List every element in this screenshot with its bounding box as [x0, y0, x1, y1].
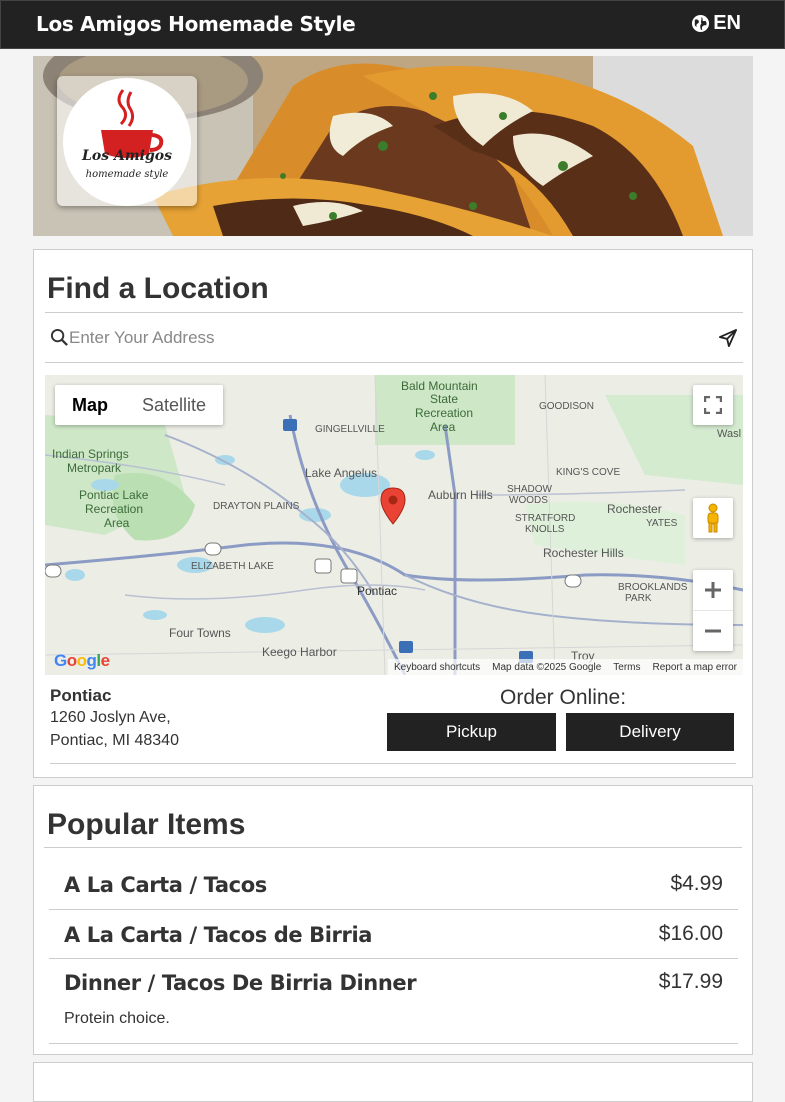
popular-items-card: Popular Items A La Carta / Tacos $4.99 A… [33, 785, 753, 1055]
language-label: EN [713, 12, 741, 34]
locate-arrow-icon[interactable] [719, 329, 737, 347]
zoom-in-button[interactable] [693, 571, 733, 611]
map-type-control: Map Satellite [55, 385, 224, 425]
map-label: KING'S COVE [556, 467, 620, 478]
map-type-map-button[interactable]: Map [55, 385, 125, 425]
location-divider [50, 763, 736, 764]
zoom-control [693, 570, 733, 651]
map-label: PARK [625, 593, 652, 604]
map-label: GOODISON [539, 401, 594, 412]
plus-icon [705, 582, 721, 598]
map-data-text: Map data ©2025 Google [492, 661, 602, 673]
fullscreen-button[interactable] [693, 385, 733, 425]
map-label: BROOKLANDS [618, 582, 688, 593]
popular-title-divider [44, 847, 742, 848]
location-map[interactable]: Bald Mountain State Recreation Area GOOD… [45, 375, 743, 675]
map-label: SHADOW [507, 484, 553, 495]
location-name: Pontiac [50, 686, 112, 705]
restaurant-logo[interactable]: Los Amigos homemade style [63, 78, 191, 206]
terms-link[interactable]: Terms [613, 662, 640, 673]
map-label: Pontiac Lake [79, 488, 149, 502]
map-label: WOODS [509, 495, 548, 506]
report-map-error-link[interactable]: Report a map error [653, 662, 737, 673]
map-attribution: Keyboard shortcuts Map data ©2025 Google… [387, 659, 743, 675]
logo-text-sub: homemade style [86, 169, 169, 180]
zoom-out-button[interactable] [693, 611, 733, 651]
map-label: Auburn Hills [428, 488, 493, 502]
top-navbar: Los Amigos Homemade Style EN [0, 0, 785, 49]
map-label: Indian Springs [52, 447, 129, 461]
map-label: ELIZABETH LAKE [191, 561, 274, 572]
brand-name[interactable]: Los Amigos Homemade Style [36, 12, 356, 36]
keyboard-shortcuts-link[interactable]: Keyboard shortcuts [394, 662, 480, 673]
map-label: YATES [646, 518, 678, 529]
minus-icon [705, 629, 721, 632]
find-location-card: Find a Location Enter Your Address Bald … [33, 249, 753, 778]
fullscreen-icon [704, 396, 722, 414]
map-label: Keego Harbor [262, 645, 337, 659]
globe-icon [692, 14, 710, 33]
item-name: A La Carta / Tacos de Birria [64, 923, 373, 947]
pickup-button[interactable]: Pickup [387, 713, 556, 751]
find-location-title: Find a Location [47, 272, 269, 305]
language-selector[interactable]: EN [691, 12, 741, 35]
map-label: Wasl [717, 428, 741, 440]
map-label: Area [430, 420, 456, 434]
map-type-satellite-button[interactable]: Satellite [125, 385, 223, 425]
location-address-line1: 1260 Joslyn Ave, [50, 709, 171, 726]
map-label: State [430, 392, 458, 406]
map-label: GINGELLVILLE [315, 424, 385, 435]
map-label: Rochester Hills [543, 546, 624, 560]
map-label: KNOLLS [525, 524, 565, 535]
google-logo[interactable]: Google [54, 651, 110, 671]
order-online-label: Order Online: [500, 686, 627, 709]
logo-text-main: Los Amigos [81, 148, 172, 164]
popular-item-row[interactable]: A La Carta / Tacos $4.99 [49, 860, 738, 910]
map-label: Bald Mountain [401, 379, 478, 393]
map-label: STRATFORD [515, 513, 575, 524]
map-label: DRAYTON PLAINS [213, 501, 300, 512]
logo-frame: Los Amigos homemade style [57, 76, 197, 206]
map-pin-icon[interactable] [380, 487, 406, 525]
item-price: $17.99 [658, 970, 723, 993]
map-label: Area [104, 516, 130, 530]
address-search [45, 312, 743, 363]
item-price: $16.00 [658, 922, 723, 945]
popular-items-title: Popular Items [47, 808, 246, 841]
popular-item-row[interactable]: A La Carta / Tacos de Birria $16.00 [49, 910, 738, 959]
next-section-card [33, 1062, 753, 1102]
location-address-line2: Pontiac, MI 48340 [50, 732, 179, 749]
street-view-button[interactable] [693, 498, 733, 538]
map-label: Four Towns [169, 626, 231, 640]
map-label: Metropark [67, 461, 122, 475]
item-name: A La Carta / Tacos [64, 873, 267, 897]
map-label: Recreation [415, 406, 473, 420]
item-name: Dinner / Tacos De Birria Dinner [64, 971, 417, 995]
map-label: Lake Angelus [305, 466, 377, 480]
item-price: $4.99 [670, 872, 723, 895]
delivery-button[interactable]: Delivery [566, 713, 734, 751]
pegman-icon [707, 503, 719, 533]
map-label: Recreation [85, 502, 143, 516]
coffee-cup-logo-icon: Los Amigos homemade style [81, 89, 172, 180]
address-input[interactable] [69, 325, 709, 351]
search-icon [50, 328, 68, 346]
item-description: Protein choice. [64, 1010, 170, 1027]
map-label: Pontiac [357, 584, 397, 598]
map-label: Rochester [607, 502, 662, 516]
popular-item-row[interactable]: Dinner / Tacos De Birria Dinner $17.99 P… [49, 959, 738, 1044]
